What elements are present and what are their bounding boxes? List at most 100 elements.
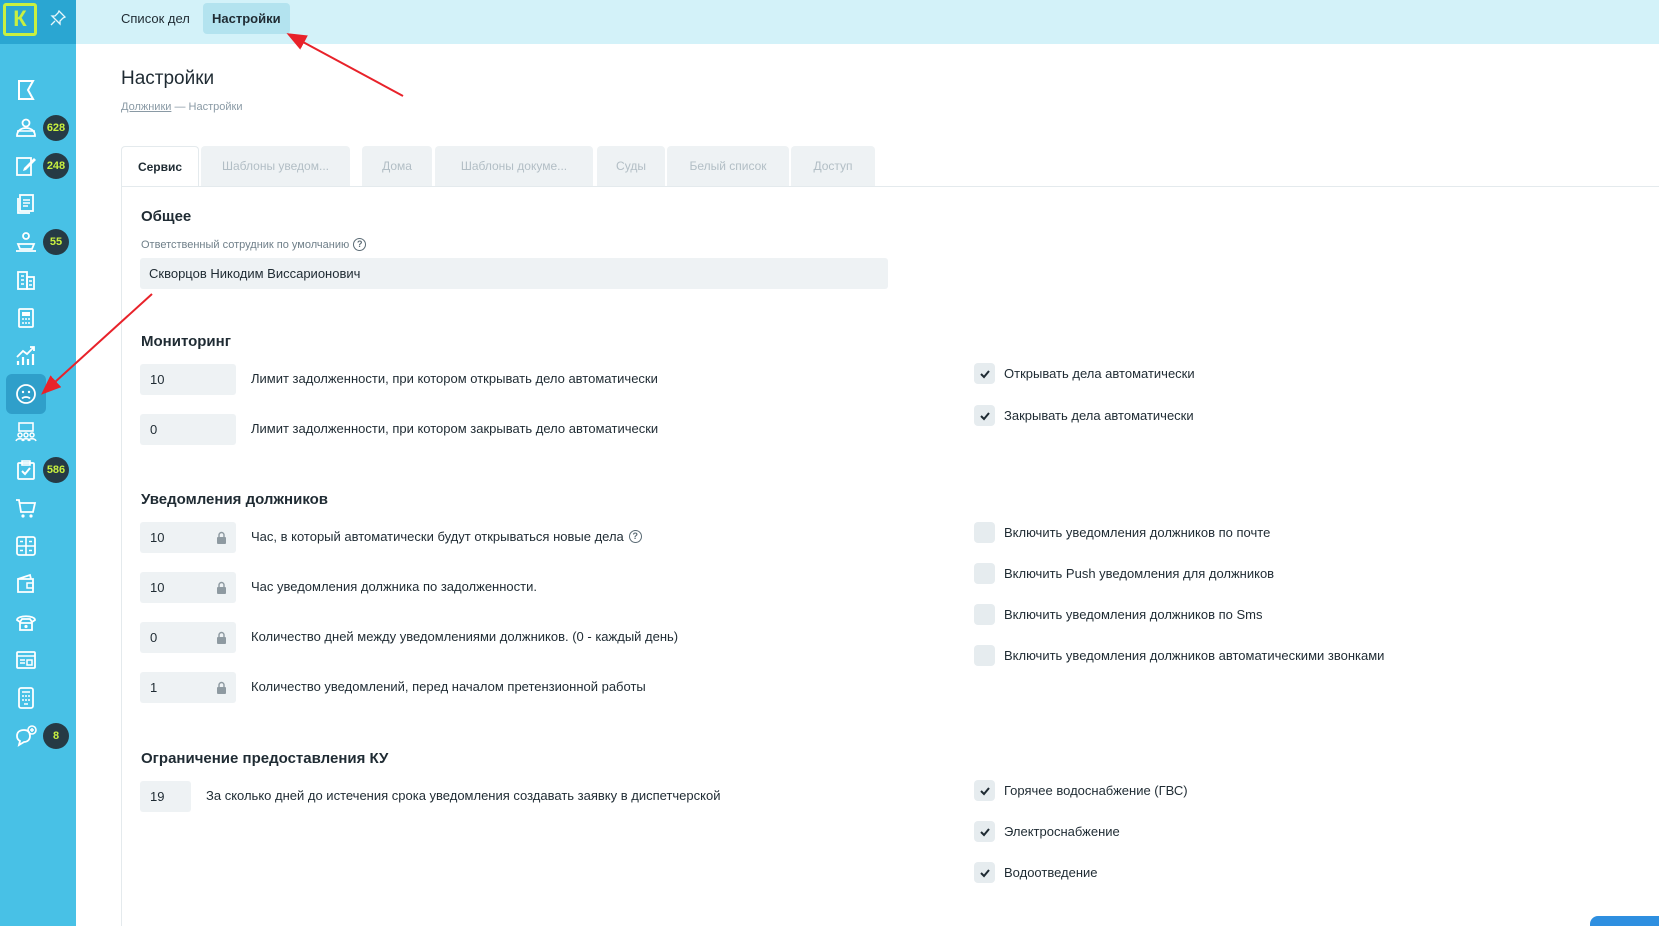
auto-close-label: Закрывать дела автоматически xyxy=(1004,408,1194,423)
notify-hour-input[interactable]: 10 xyxy=(140,572,236,603)
breadcrumb-link-debtors[interactable]: Должники xyxy=(121,101,171,113)
email-notify-label: Включить уведомления должников по почте xyxy=(1004,525,1271,540)
phone-icon xyxy=(16,615,36,631)
responsible-select[interactable]: Скворцов Никодим Виссарионович xyxy=(140,258,888,289)
email-notify-checkbox[interactable] xyxy=(974,522,995,543)
sidebar-item-tasks[interactable] xyxy=(6,450,46,490)
sewerage-checkbox[interactable] xyxy=(974,862,995,883)
tab-access[interactable]: Доступ xyxy=(791,146,875,186)
tab-houses[interactable]: Дома xyxy=(362,146,432,186)
lock-icon xyxy=(217,531,226,544)
sidebar-item-edit[interactable] xyxy=(6,146,46,186)
page-title: Настройки xyxy=(121,68,215,89)
logo[interactable]: К xyxy=(0,0,76,44)
checkmark-icon xyxy=(979,369,990,378)
sidebar: К 628 248 55 586 8 xyxy=(0,0,76,926)
tab-case-list[interactable]: Список дел xyxy=(112,3,199,34)
sidebar-item-analytics[interactable] xyxy=(6,336,46,376)
auto-close-checkbox[interactable] xyxy=(974,405,995,426)
close-limit-input[interactable]: 0 xyxy=(140,414,236,445)
notify-count-label: Количество уведомлений, перед началом пр… xyxy=(251,679,646,694)
sidebar-badge-2: 248 xyxy=(43,153,69,179)
tab-whitelist[interactable]: Белый список xyxy=(667,146,789,186)
electricity-row[interactable]: Электроснабжение xyxy=(974,821,1120,842)
push-notify-row[interactable]: Включить Push уведомления для должников xyxy=(974,563,1274,584)
sidebar-item-debtors[interactable] xyxy=(6,374,46,414)
sidebar-item-cases[interactable] xyxy=(6,70,46,110)
device-icon xyxy=(18,687,34,709)
section-notifications-title: Уведомления должников xyxy=(141,491,329,508)
tab-notification-templates[interactable]: Шаблоны уведом... xyxy=(201,146,350,186)
sms-notify-label: Включить уведомления должников по Sms xyxy=(1004,607,1263,622)
cart-icon xyxy=(16,499,37,518)
sidebar-item-chat[interactable] xyxy=(6,716,46,756)
responsible-label: Ответственный сотрудник по умолчанию ? xyxy=(141,238,367,251)
sewerage-label: Водоотведение xyxy=(1004,865,1098,880)
sidebar-badge-17: 8 xyxy=(43,723,69,749)
email-notify-row[interactable]: Включить уведомления должников по почте xyxy=(974,522,1270,543)
sidebar-item-portal[interactable] xyxy=(6,640,46,680)
sidebar-item-shop[interactable] xyxy=(6,488,46,528)
sidebar-item-team[interactable] xyxy=(6,412,46,452)
days-between-label: Количество дней между уведомлениями долж… xyxy=(251,629,679,644)
flag-icon xyxy=(18,80,35,100)
team-icon xyxy=(15,422,37,442)
push-notify-label: Включить Push уведомления для должников xyxy=(1004,566,1275,581)
tab-courts[interactable]: Суды xyxy=(597,146,665,186)
tab-service[interactable]: Сервис xyxy=(121,146,199,186)
browser-window-icon xyxy=(16,651,36,669)
tab-document-templates[interactable]: Шаблоны докуме... xyxy=(435,146,593,186)
clipboard-check-icon xyxy=(17,460,35,480)
sidebar-item-wallet[interactable] xyxy=(6,564,46,604)
sidebar-item-debtors-group[interactable] xyxy=(6,108,46,148)
help-icon[interactable]: ? xyxy=(628,530,642,543)
chart-growth-icon xyxy=(16,346,35,365)
hot-water-checkbox[interactable] xyxy=(974,780,995,801)
logo-mark: К xyxy=(3,3,37,36)
section-general-title: Общее xyxy=(141,208,192,225)
open-limit-label: Лимит задолженности, при котором открыва… xyxy=(251,371,658,386)
lock-icon xyxy=(217,581,226,594)
call-notify-row[interactable]: Включить уведомления должников автоматич… xyxy=(974,645,1384,666)
tab-settings-top[interactable]: Настройки xyxy=(203,3,290,34)
sewerage-row[interactable]: Водоотведение xyxy=(974,862,1098,883)
sidebar-item-calculator[interactable] xyxy=(6,298,46,338)
sidebar-badge-4: 55 xyxy=(43,229,69,255)
auto-close-checkbox-row[interactable]: Закрывать дела автоматически xyxy=(974,405,1194,426)
sidebar-item-court[interactable] xyxy=(6,222,46,262)
checkmark-icon xyxy=(979,411,990,420)
auto-open-checkbox[interactable] xyxy=(974,363,995,384)
new-cases-hour-input[interactable]: 10 xyxy=(140,522,236,553)
call-notify-checkbox[interactable] xyxy=(974,645,995,666)
arrow-to-settings-tab xyxy=(286,33,404,97)
hot-water-row[interactable]: Горячее водоснабжение (ГВС) xyxy=(974,780,1188,801)
auto-open-checkbox-row[interactable]: Открывать дела автоматически xyxy=(974,363,1195,384)
restriction-days-label: За сколько дней до истечения срока уведо… xyxy=(206,788,721,803)
pin-icon[interactable] xyxy=(50,10,66,26)
floating-action-button[interactable] xyxy=(1590,916,1659,926)
sms-notify-checkbox[interactable] xyxy=(974,604,995,625)
help-icon[interactable]: ? xyxy=(353,238,367,251)
grid-table-icon xyxy=(16,536,36,556)
new-cases-hour-label: Час, в который автоматически будут откры… xyxy=(251,529,642,544)
documents-icon xyxy=(17,194,34,214)
section-monitoring-title: Мониторинг xyxy=(141,333,231,350)
edit-document-icon xyxy=(16,157,36,176)
chat-add-icon xyxy=(16,725,37,747)
electricity-checkbox[interactable] xyxy=(974,821,995,842)
notify-count-input[interactable]: 1 xyxy=(140,672,236,703)
sidebar-item-devices[interactable] xyxy=(6,678,46,718)
sidebar-item-buildings[interactable] xyxy=(6,260,46,300)
restriction-days-input[interactable]: 19 xyxy=(140,781,191,812)
hot-water-label: Горячее водоснабжение (ГВС) xyxy=(1004,783,1188,798)
days-between-input[interactable]: 0 xyxy=(140,622,236,653)
call-notify-label: Включить уведомления должников автоматич… xyxy=(1004,648,1385,663)
sidebar-item-calls[interactable] xyxy=(6,602,46,642)
sms-notify-row[interactable]: Включить уведомления должников по Sms xyxy=(974,604,1263,625)
open-limit-input[interactable]: 10 xyxy=(140,364,236,395)
sidebar-item-documents[interactable] xyxy=(6,184,46,224)
electricity-label: Электроснабжение xyxy=(1004,824,1120,839)
top-bar: Список дел Настройки xyxy=(76,0,1659,44)
sidebar-item-tables[interactable] xyxy=(6,526,46,566)
push-notify-checkbox[interactable] xyxy=(974,563,995,584)
